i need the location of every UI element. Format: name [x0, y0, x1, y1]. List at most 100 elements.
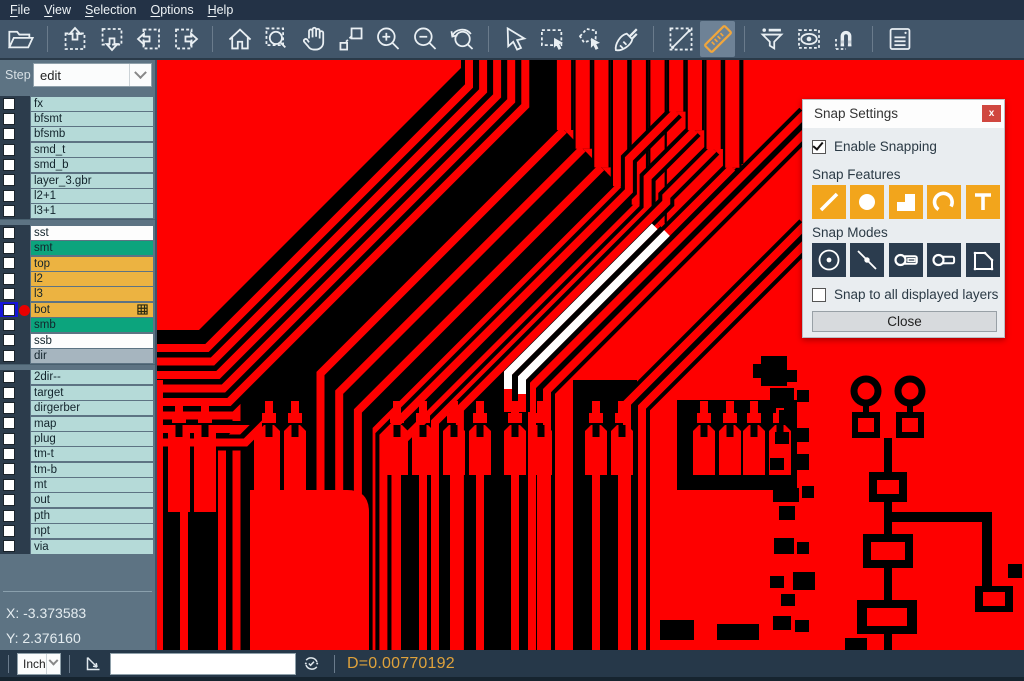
layer-checkbox[interactable]: [3, 494, 15, 506]
menu-help[interactable]: Help: [201, 0, 241, 20]
layer-checkbox[interactable]: [3, 334, 15, 346]
menu-options[interactable]: Options: [143, 0, 200, 20]
layer-name[interactable]: target: [31, 386, 153, 400]
angle-icon[interactable]: [82, 653, 104, 675]
dialog-close-icon[interactable]: x: [982, 105, 1001, 122]
layer-row-fx[interactable]: fx: [0, 96, 155, 111]
layer-name[interactable]: top: [31, 257, 153, 271]
menu-view[interactable]: View: [37, 0, 78, 20]
layer-row-target[interactable]: target: [0, 385, 155, 400]
mode-key-open-icon[interactable]: [927, 243, 961, 277]
layer-checkbox[interactable]: [3, 227, 15, 239]
layer-row-npt[interactable]: npt: [0, 524, 155, 539]
layer-name[interactable]: out: [31, 493, 153, 507]
snap-surface-icon[interactable]: [889, 185, 923, 219]
layer-checkbox[interactable]: [3, 371, 15, 383]
select-polygon-icon[interactable]: [572, 21, 607, 57]
layer-row-map[interactable]: map: [0, 416, 155, 431]
dialog-title-bar[interactable]: Snap Settings x: [803, 100, 1004, 128]
layer-checkbox[interactable]: [3, 510, 15, 522]
layer-checkbox[interactable]: [3, 448, 15, 460]
layer-checkbox[interactable]: [3, 433, 15, 445]
layer-row-smd_b[interactable]: smd_b: [0, 158, 155, 173]
layer-row-smt[interactable]: smt: [0, 241, 155, 256]
layer-name[interactable]: dirgerber: [31, 401, 153, 415]
layer-name[interactable]: map: [31, 417, 153, 431]
layer-name[interactable]: plug: [31, 432, 153, 446]
close-button[interactable]: Close: [812, 311, 997, 332]
import-left-icon[interactable]: [131, 21, 166, 57]
layer-checkbox[interactable]: [3, 98, 15, 110]
layer-row-mt[interactable]: mt: [0, 477, 155, 492]
enable-snapping-checkbox[interactable]: [812, 140, 826, 154]
layer-name[interactable]: smb: [31, 318, 153, 332]
layer-checkbox[interactable]: [3, 242, 15, 254]
snap-pad-icon[interactable]: [850, 185, 884, 219]
layer-name[interactable]: bot: [31, 303, 153, 317]
filter-icon[interactable]: [754, 21, 789, 57]
layer-name[interactable]: l3: [31, 287, 153, 301]
layer-row-2dir--[interactable]: 2dir--: [0, 370, 155, 385]
layer-name[interactable]: bfsmt: [31, 112, 153, 126]
layer-name[interactable]: fx: [31, 97, 153, 111]
layer-checkbox[interactable]: [3, 190, 15, 202]
pan-hand-icon[interactable]: [296, 21, 331, 57]
unit-select[interactable]: Inch: [17, 653, 61, 675]
layer-checkbox[interactable]: [3, 144, 15, 156]
layer-name[interactable]: smd_t: [31, 143, 153, 157]
measure-line-icon[interactable]: [663, 21, 698, 57]
layer-checkbox[interactable]: [3, 304, 15, 316]
layer-name[interactable]: l2+1: [31, 189, 153, 203]
menu-file[interactable]: File: [10, 0, 37, 20]
layer-row-l2[interactable]: l2: [0, 271, 155, 286]
layer-row-dirgerber[interactable]: dirgerber: [0, 400, 155, 415]
layer-row-l3+1[interactable]: l3+1: [0, 204, 155, 219]
layer-name[interactable]: smd_b: [31, 158, 153, 172]
layer-checkbox[interactable]: [3, 402, 15, 414]
snap-all-checkbox[interactable]: [812, 288, 826, 302]
layer-row-dir[interactable]: dir: [0, 348, 155, 363]
mode-key-filled-icon[interactable]: [889, 243, 923, 277]
zoom-selection-icon[interactable]: [333, 21, 368, 57]
layer-row-tm-t[interactable]: tm-t: [0, 447, 155, 462]
layer-name[interactable]: smt: [31, 241, 153, 255]
mode-center-icon[interactable]: [812, 243, 846, 277]
layer-name[interactable]: ssb: [31, 334, 153, 348]
layer-row-l3[interactable]: l3: [0, 287, 155, 302]
snap-text-icon[interactable]: [966, 185, 1000, 219]
layer-name[interactable]: tm-b: [31, 463, 153, 477]
layer-name[interactable]: l2: [31, 272, 153, 286]
layer-row-top[interactable]: top: [0, 256, 155, 271]
open-folder-icon[interactable]: [3, 21, 38, 57]
sync-check-icon[interactable]: [300, 653, 322, 675]
layer-row-l2+1[interactable]: l2+1: [0, 188, 155, 203]
layer-name[interactable]: sst: [31, 226, 153, 240]
chevron-down-icon[interactable]: [46, 654, 60, 674]
clear-selection-icon[interactable]: [609, 21, 644, 57]
layer-checkbox[interactable]: [3, 525, 15, 537]
layer-checkbox[interactable]: [3, 159, 15, 171]
home-icon[interactable]: [222, 21, 257, 57]
layer-checkbox[interactable]: [3, 113, 15, 125]
layer-name[interactable]: tm-t: [31, 447, 153, 461]
zoom-out-icon[interactable]: [407, 21, 442, 57]
layer-row-sst[interactable]: sst: [0, 225, 155, 240]
layer-checkbox[interactable]: [3, 288, 15, 300]
layer-row-ssb[interactable]: ssb: [0, 333, 155, 348]
layer-checkbox[interactable]: [3, 273, 15, 285]
layer-name[interactable]: bfsmb: [31, 127, 153, 141]
chevron-down-icon[interactable]: [129, 64, 151, 86]
command-input[interactable]: [110, 653, 296, 675]
layer-row-smd_t[interactable]: smd_t: [0, 142, 155, 157]
layer-checkbox[interactable]: [3, 319, 15, 331]
layer-row-out[interactable]: out: [0, 493, 155, 508]
layer-name[interactable]: pth: [31, 509, 153, 523]
layer-checkbox[interactable]: [3, 350, 15, 362]
layer-name[interactable]: dir: [31, 349, 153, 363]
layer-row-via[interactable]: via: [0, 539, 155, 554]
select-rectangle-icon[interactable]: [535, 21, 570, 57]
layer-row-pth[interactable]: pth: [0, 508, 155, 523]
zoom-in-icon[interactable]: [370, 21, 405, 57]
zoom-window-icon[interactable]: [259, 21, 294, 57]
snap-magnet-icon[interactable]: [828, 21, 863, 57]
